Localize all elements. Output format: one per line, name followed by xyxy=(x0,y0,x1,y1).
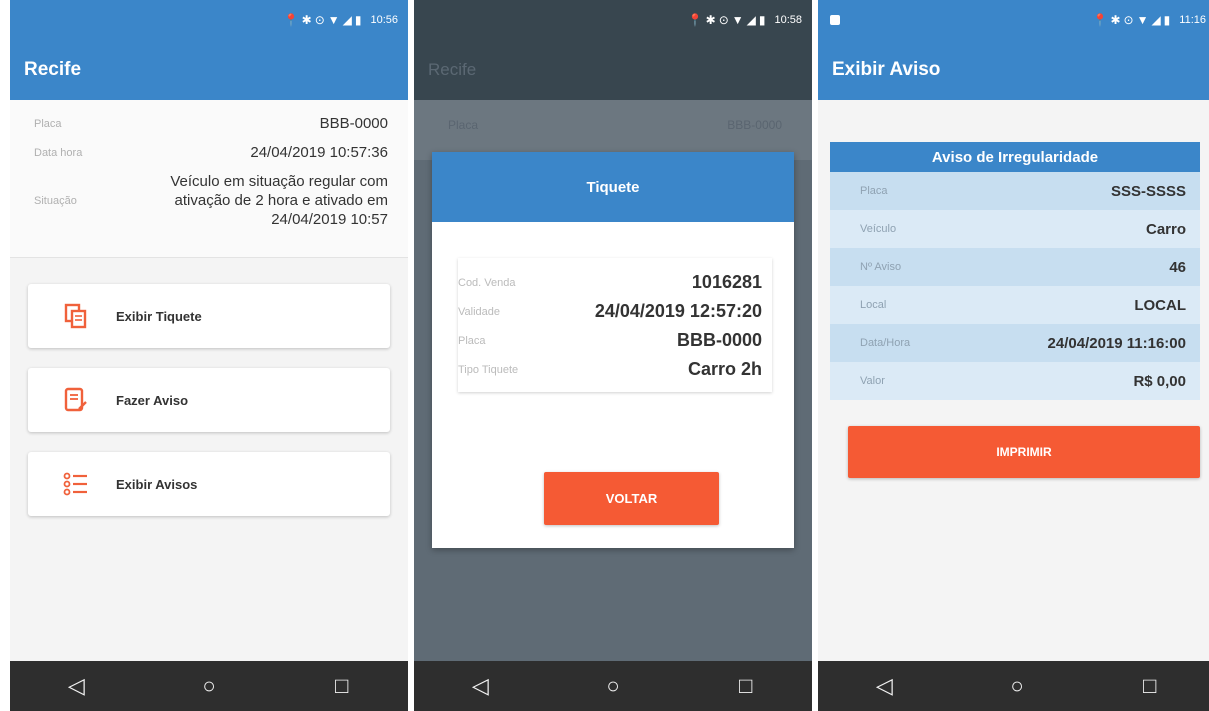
aviso-label: Local xyxy=(860,299,887,311)
ticket-value: 24/04/2019 12:57:20 xyxy=(594,301,762,321)
ticket-label: Cod. Venda xyxy=(458,276,516,289)
page-title: Exibir Aviso xyxy=(832,59,941,80)
screen-tiquete-dialog: 📍✱⊙▼◢▮ 10:58 Recife Placa BBB-0000 Tique… xyxy=(414,0,812,711)
info-value: Veículo em situação regular com ativação… xyxy=(170,173,388,228)
info-row: Situação Veículo em situação regular com… xyxy=(34,172,388,229)
menu-label: Fazer Aviso xyxy=(116,392,189,408)
ticket-label: Tipo Tiquete xyxy=(458,363,519,376)
ticket-label: Placa xyxy=(458,334,486,347)
aviso-value: 46 xyxy=(1169,258,1186,276)
app-bar: Recife xyxy=(414,40,812,100)
action-menu: Exibir Tiquete Fazer Aviso Exibir Avisos xyxy=(10,258,408,516)
ticket-card: Cod. Venda 1016281 Validade 24/04/2019 1… xyxy=(458,258,772,392)
status-icons: 📍✱⊙▼◢▮ xyxy=(283,13,365,27)
aviso-value: R$ 0,00 xyxy=(1133,372,1186,390)
aviso-row: Veículo Carro xyxy=(830,210,1200,248)
info-value: BBB-0000 xyxy=(319,115,388,132)
recents-icon[interactable]: □ xyxy=(726,673,766,699)
exibir-avisos-button[interactable]: Exibir Avisos xyxy=(28,452,390,516)
status-icons: 📍✱⊙▼◢▮ xyxy=(687,13,769,27)
aviso-value: LOCAL xyxy=(1134,296,1186,314)
page-title: Recife xyxy=(24,59,82,80)
voltar-button[interactable]: VOLTAR xyxy=(544,472,719,525)
aviso-table: Placa SSS-SSSS Veículo Carro Nº Aviso 46… xyxy=(830,172,1200,400)
aviso-label: Data/Hora xyxy=(860,337,911,349)
notification-icon xyxy=(830,15,840,25)
aviso-card: Aviso de Irregularidade Placa SSS-SSSS V… xyxy=(830,142,1200,400)
menu-label: Exibir Avisos xyxy=(116,476,198,492)
android-nav-bar: ◁ ○ □ xyxy=(414,661,812,711)
status-time: 10:56 xyxy=(370,14,398,26)
app-bar: Exibir Aviso xyxy=(818,40,1209,100)
document-edit-icon xyxy=(62,386,90,414)
info-value: 24/04/2019 10:57:36 xyxy=(250,144,388,161)
page-title: Recife xyxy=(428,60,477,79)
aviso-row: Local LOCAL xyxy=(830,286,1200,324)
android-nav-bar: ◁ ○ □ xyxy=(818,661,1209,711)
ticket-value: 1016281 xyxy=(691,272,762,292)
info-label: Placa xyxy=(34,117,62,130)
app-bar: Recife xyxy=(10,40,408,100)
info-label: Data hora xyxy=(34,146,83,159)
ticket-value: Carro 2h xyxy=(687,359,762,379)
aviso-card-title: Aviso de Irregularidade xyxy=(830,142,1200,172)
home-icon[interactable]: ○ xyxy=(593,673,633,699)
info-row: Placa BBB-0000 xyxy=(34,114,388,133)
exibir-tiquete-button[interactable]: Exibir Tiquete xyxy=(28,284,390,348)
copy-icon xyxy=(62,302,90,330)
status-bar: 📍✱⊙▼◢▮ 11:16 xyxy=(818,0,1209,40)
ticket-row: Cod. Venda 1016281 xyxy=(458,268,762,297)
aviso-label: Veículo xyxy=(860,223,897,235)
back-icon[interactable]: ◁ xyxy=(864,673,904,699)
info-label: Situação xyxy=(34,194,77,207)
ticket-label: Validade xyxy=(458,305,500,318)
aviso-row: Placa SSS-SSSS xyxy=(830,172,1200,210)
recents-icon[interactable]: □ xyxy=(322,673,362,699)
aviso-row: Valor R$ 0,00 xyxy=(830,362,1200,400)
home-icon[interactable]: ○ xyxy=(997,673,1037,699)
back-icon[interactable]: ◁ xyxy=(56,673,96,699)
aviso-value: Carro xyxy=(1145,220,1186,238)
recents-icon[interactable]: □ xyxy=(1130,673,1170,699)
dialog-title: Tiquete xyxy=(432,152,794,222)
menu-label: Exibir Tiquete xyxy=(116,308,202,324)
aviso-row: Data/Hora 24/04/2019 11:16:00 xyxy=(830,324,1200,362)
vehicle-info: Placa BBB-0000 Data hora 24/04/2019 10:5… xyxy=(10,100,408,258)
imprimir-button[interactable]: IMPRIMIR xyxy=(848,426,1200,478)
list-icon xyxy=(62,470,90,498)
aviso-value: 24/04/2019 11:16:00 xyxy=(1047,334,1186,352)
ticket-row: Placa BBB-0000 xyxy=(458,326,762,355)
ticket-row: Tipo Tiquete Carro 2h xyxy=(458,355,762,384)
dimmed-info-row: Placa BBB-0000 xyxy=(414,100,812,160)
aviso-row: Nº Aviso 46 xyxy=(830,248,1200,286)
android-nav-bar: ◁ ○ □ xyxy=(10,661,408,711)
status-bar: 📍✱⊙▼◢▮ 10:58 xyxy=(414,0,812,40)
status-icons: 📍✱⊙▼◢▮ xyxy=(1092,13,1174,27)
status-time: 10:58 xyxy=(774,14,802,26)
back-icon[interactable]: ◁ xyxy=(460,673,500,699)
home-icon[interactable]: ○ xyxy=(189,673,229,699)
aviso-value: SSS-SSSS xyxy=(1110,182,1186,200)
aviso-label: Valor xyxy=(860,375,885,387)
aviso-label: Placa xyxy=(860,185,888,197)
ticket-value: BBB-0000 xyxy=(676,330,762,350)
status-bar: 📍✱⊙▼◢▮ 10:56 xyxy=(10,0,408,40)
screen-exibir-aviso: 📍✱⊙▼◢▮ 11:16 Exibir Aviso Aviso de Irreg… xyxy=(818,0,1209,711)
fazer-aviso-button[interactable]: Fazer Aviso xyxy=(28,368,390,432)
screen-recife: 📍✱⊙▼◢▮ 10:56 Recife Placa BBB-0000 Data … xyxy=(10,0,408,711)
status-time: 11:16 xyxy=(1179,14,1206,26)
info-row: Data hora 24/04/2019 10:57:36 xyxy=(34,143,388,162)
aviso-label: Nº Aviso xyxy=(860,261,902,273)
tiquete-dialog: Tiquete Cod. Venda 1016281 Validade 24/0… xyxy=(432,152,794,548)
ticket-row: Validade 24/04/2019 12:57:20 xyxy=(458,297,762,326)
